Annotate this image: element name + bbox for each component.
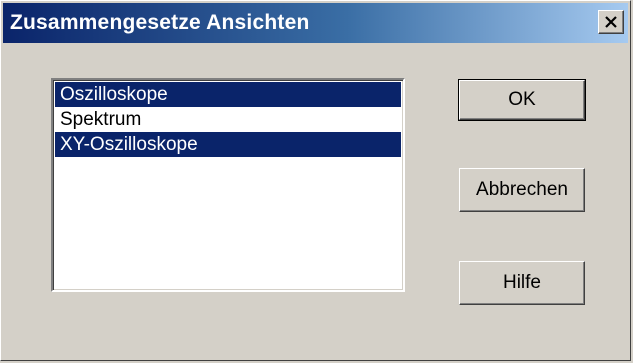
- cancel-button[interactable]: Abbrechen: [459, 168, 585, 212]
- ok-button[interactable]: OK: [458, 79, 586, 121]
- close-button[interactable]: [598, 10, 624, 34]
- help-button[interactable]: Hilfe: [459, 261, 585, 305]
- close-icon: [604, 16, 618, 28]
- title-bar[interactable]: Zusammengesetze Ansichten: [3, 3, 628, 43]
- views-listbox[interactable]: Oszilloskope Spektrum XY-Oszilloskope: [51, 78, 405, 292]
- dialog-window: Zusammengesetze Ansichten Oszilloskope S…: [0, 0, 631, 361]
- window-title: Zusammengesetze Ansichten: [10, 11, 310, 34]
- list-item-oszilloskope[interactable]: Oszilloskope: [55, 82, 401, 107]
- list-item-xy-oszilloskope[interactable]: XY-Oszilloskope: [55, 132, 401, 157]
- list-item-spektrum[interactable]: Spektrum: [55, 107, 401, 132]
